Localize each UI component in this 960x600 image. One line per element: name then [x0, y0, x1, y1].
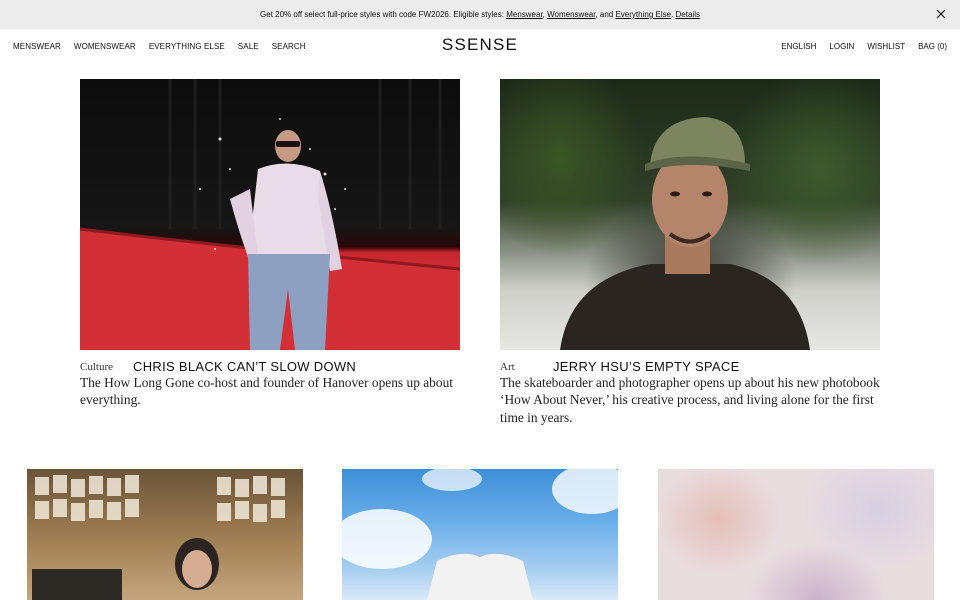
- promo-link-menswear[interactable]: Menswear: [506, 10, 542, 19]
- promo-link-details[interactable]: Details: [676, 10, 700, 19]
- nav-language[interactable]: ENGLISH: [781, 42, 816, 51]
- article-thumbnail[interactable]: [342, 469, 618, 600]
- promo-link-womenswear[interactable]: Womenswear: [547, 10, 595, 19]
- feature-image[interactable]: [500, 79, 880, 350]
- feature-card[interactable]: Art JERRY HSU’S EMPTY SPACE The skateboa…: [500, 79, 880, 425]
- feature-description: The How Long Gone co-host and founder of…: [80, 375, 453, 408]
- feature-image[interactable]: [80, 79, 460, 350]
- article-thumbnail[interactable]: [27, 469, 303, 600]
- feature-card[interactable]: Culture CHRIS BLACK CAN’T SLOW DOWN The …: [80, 79, 460, 407]
- promo-separator: , and: [595, 10, 616, 19]
- site-header: MENSWEAR WOMENSWEAR EVERYTHING ELSE SALE…: [0, 29, 960, 63]
- promo-banner: Get 20% off select full-price styles wit…: [0, 0, 960, 29]
- article-thumbnail-art: [342, 469, 618, 600]
- close-icon[interactable]: [935, 8, 947, 20]
- nav-login[interactable]: LOGIN: [829, 42, 854, 51]
- nav-bag[interactable]: BAG (0): [918, 42, 947, 51]
- feature-category[interactable]: Art: [500, 361, 515, 373]
- promo-link-everything-else[interactable]: Everything Else: [615, 10, 671, 19]
- article-thumbnail-art: [32, 475, 285, 600]
- promo-text: Get 20% off select full-price styles wit…: [260, 10, 700, 19]
- feature-image-art: [560, 117, 810, 350]
- feature-image-art: [80, 79, 460, 350]
- nav-wishlist[interactable]: WISHLIST: [867, 42, 905, 51]
- feature-title[interactable]: JERRY HSU’S EMPTY SPACE: [553, 359, 740, 374]
- promo-prefix: Get 20% off select full-price styles wit…: [260, 10, 507, 19]
- feature-description: The skateboarder and photographer opens …: [500, 375, 880, 425]
- account-nav: ENGLISH LOGIN WISHLIST BAG (0): [781, 42, 947, 51]
- feature-title[interactable]: CHRIS BLACK CAN’T SLOW DOWN: [133, 359, 356, 374]
- article-thumbnail[interactable]: [658, 469, 934, 600]
- feature-category[interactable]: Culture: [80, 361, 113, 373]
